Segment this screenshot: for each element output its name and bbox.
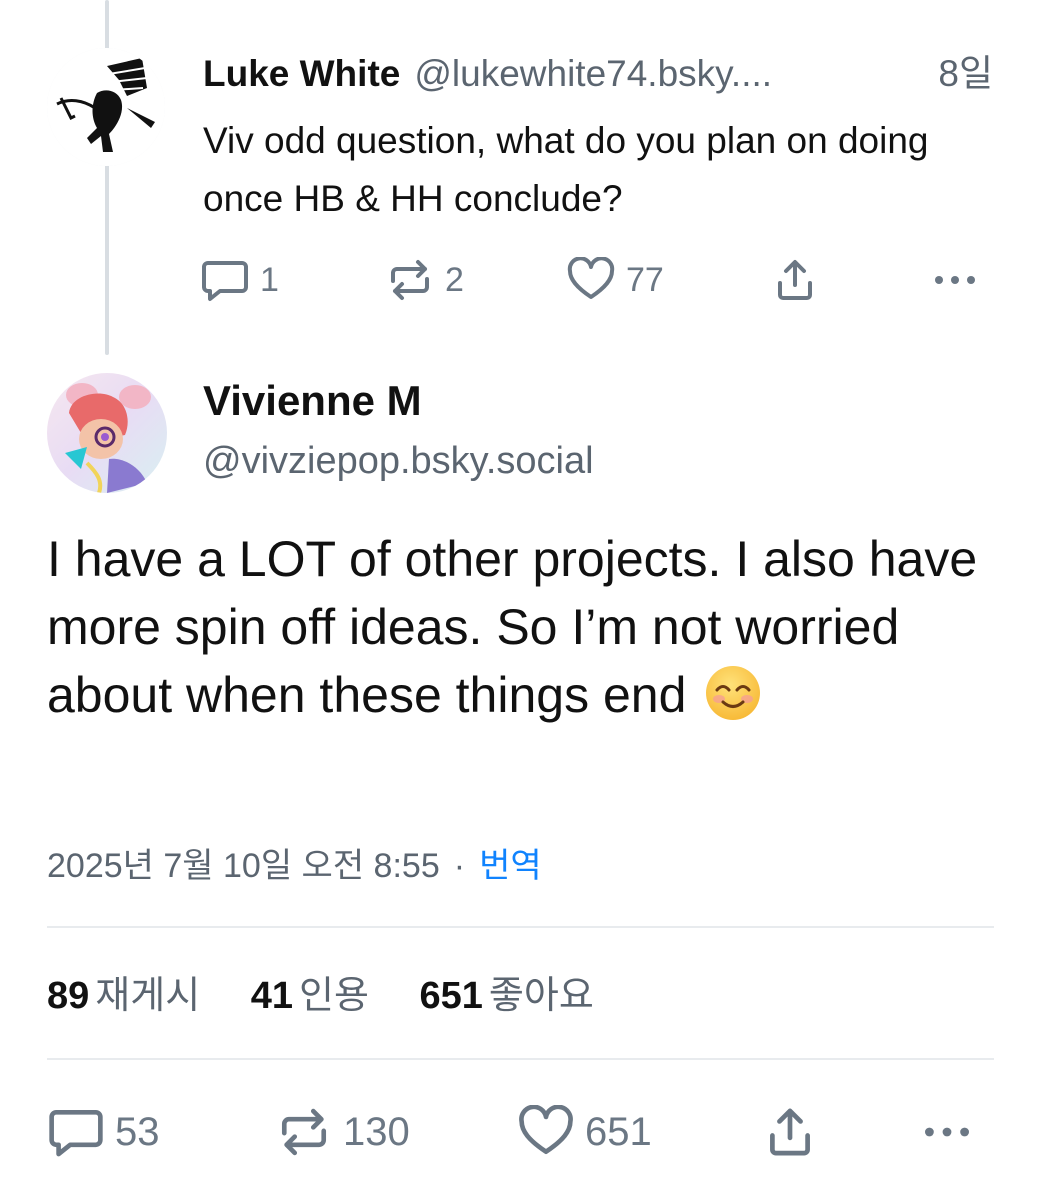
parent-reply-count: 1 <box>260 260 279 299</box>
likes-count: 651 <box>419 975 483 1017</box>
main-more-button[interactable] <box>919 1100 975 1164</box>
divider-top <box>47 926 994 928</box>
reposts-label: 재게시 <box>95 975 201 1017</box>
smiling-face-emoji-icon <box>704 664 762 722</box>
main-reply-count: 53 <box>115 1109 160 1154</box>
parent-repost-count: 2 <box>445 260 464 299</box>
parent-post-text: Viv odd question, what do you plan on do… <box>203 120 929 219</box>
main-post-actions: 53 130 651 <box>47 1100 997 1164</box>
translate-link[interactable]: 번역 <box>479 847 542 885</box>
main-author-handle[interactable]: @vivziepop.bsky.social <box>203 434 594 488</box>
parent-share-button[interactable] <box>772 250 818 310</box>
meta-separator: · <box>453 847 466 885</box>
likes-label: 좋아요 <box>488 975 594 1017</box>
main-post-body: I have a LOT of other projects. I also h… <box>47 525 1007 729</box>
reposts-stat[interactable]: 89 재게시 <box>47 975 200 1017</box>
divider-bottom <box>47 1058 994 1060</box>
main-author-name[interactable]: Vivienne M <box>203 374 422 428</box>
comment-icon <box>47 1105 105 1159</box>
parent-like-button[interactable]: 77 <box>566 250 664 310</box>
share-icon <box>763 1105 817 1159</box>
parent-more-button[interactable] <box>932 250 978 310</box>
main-post-text: I have a LOT of other projects. I also h… <box>47 531 978 723</box>
parent-post-actions: 1 2 77 <box>200 250 990 310</box>
main-repost-count: 130 <box>343 1109 410 1154</box>
parent-like-count: 77 <box>626 260 664 299</box>
more-icon <box>919 1121 975 1143</box>
parent-post-time[interactable]: 8일 <box>938 50 993 98</box>
quotes-count: 41 <box>250 975 294 1017</box>
parent-author-name[interactable]: Luke White <box>203 53 400 94</box>
heart-icon <box>566 257 616 303</box>
quotes-label: 인용 <box>299 975 369 1017</box>
heart-icon <box>517 1105 575 1159</box>
main-reply-button[interactable]: 53 <box>47 1100 160 1164</box>
parent-reply-button[interactable]: 1 <box>200 250 279 310</box>
repost-icon <box>275 1105 333 1159</box>
reposts-count: 89 <box>47 975 90 1017</box>
parent-author-handle[interactable]: @lukewhite74.bsky.... <box>414 53 772 94</box>
post-stats: 89 재게시 41 인용 651 좋아요 <box>47 968 634 1024</box>
main-repost-button[interactable]: 130 <box>275 1100 410 1164</box>
main-share-button[interactable] <box>763 1100 817 1164</box>
parent-post-header: Luke White @lukewhite74.bsky.... 8일 <box>203 50 1003 98</box>
luke-white-avatar[interactable] <box>47 48 165 166</box>
main-like-count: 651 <box>585 1109 652 1154</box>
post-timestamp: 2025년 7월 10일 오전 8:55 <box>47 847 440 885</box>
comment-icon <box>200 257 250 303</box>
main-like-button[interactable]: 651 <box>517 1100 652 1164</box>
post-meta: 2025년 7월 10일 오전 8:55 · 번역 <box>47 838 542 894</box>
more-icon <box>932 270 978 290</box>
repost-icon <box>385 257 435 303</box>
parent-repost-button[interactable]: 2 <box>385 250 464 310</box>
likes-stat[interactable]: 651 좋아요 <box>420 975 594 1017</box>
vivienne-avatar[interactable] <box>47 373 167 493</box>
share-icon <box>772 257 818 303</box>
quotes-stat[interactable]: 41 인용 <box>251 975 369 1017</box>
